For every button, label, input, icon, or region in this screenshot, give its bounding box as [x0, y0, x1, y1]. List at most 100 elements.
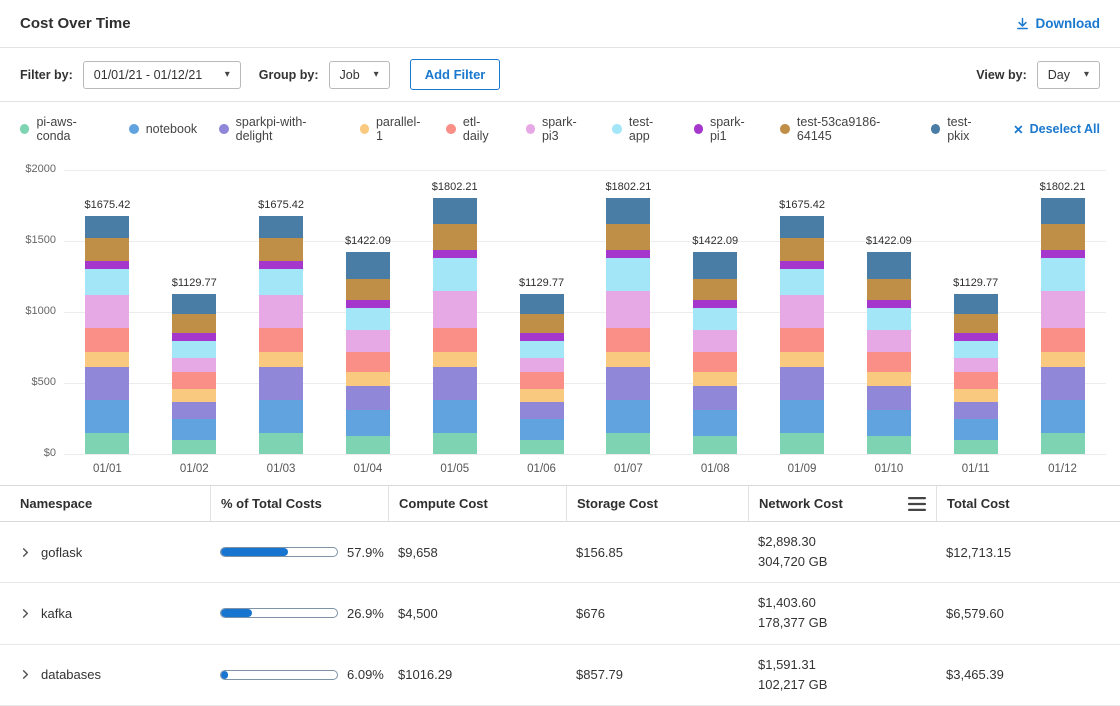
segment-test-pkix[interactable] — [1041, 198, 1085, 224]
segment-test-53ca9186-64145[interactable] — [867, 279, 911, 300]
segment-pi-aws-conda[interactable] — [693, 436, 737, 455]
segment-notebook[interactable] — [693, 410, 737, 436]
segment-test-app[interactable] — [346, 308, 390, 331]
segment-spark-pi1[interactable] — [346, 300, 390, 308]
segment-spark-pi3[interactable] — [867, 330, 911, 351]
segment-sparkpi-with-delight[interactable] — [954, 402, 998, 419]
segment-spark-pi1[interactable] — [954, 333, 998, 340]
segment-etl-daily[interactable] — [520, 372, 564, 389]
segment-notebook[interactable] — [172, 419, 216, 440]
segment-spark-pi3[interactable] — [259, 295, 303, 328]
segment-test-pkix[interactable] — [259, 216, 303, 238]
segment-spark-pi1[interactable] — [172, 333, 216, 340]
add-filter-button[interactable]: Add Filter — [410, 59, 501, 90]
segment-spark-pi1[interactable] — [259, 261, 303, 270]
segment-etl-daily[interactable] — [954, 372, 998, 389]
segment-spark-pi3[interactable] — [172, 358, 216, 372]
segment-test-pkix[interactable] — [780, 216, 824, 238]
segment-spark-pi1[interactable] — [606, 250, 650, 259]
segment-test-pkix[interactable] — [693, 252, 737, 279]
segment-notebook[interactable] — [780, 400, 824, 433]
segment-test-app[interactable] — [520, 341, 564, 358]
segment-etl-daily[interactable] — [693, 352, 737, 372]
segment-notebook[interactable] — [867, 410, 911, 436]
segment-parallel-1[interactable] — [85, 352, 129, 368]
bar-01/03[interactable] — [259, 216, 303, 454]
segment-etl-daily[interactable] — [433, 328, 477, 352]
bar-01/05[interactable] — [433, 198, 477, 454]
segment-pi-aws-conda[interactable] — [954, 440, 998, 454]
segment-spark-pi3[interactable] — [606, 291, 650, 328]
segment-parallel-1[interactable] — [172, 389, 216, 402]
segment-test-app[interactable] — [954, 341, 998, 358]
segment-test-app[interactable] — [433, 258, 477, 291]
segment-etl-daily[interactable] — [85, 328, 129, 352]
segment-etl-daily[interactable] — [867, 352, 911, 372]
segment-test-53ca9186-64145[interactable] — [954, 314, 998, 334]
chevron-right-icon[interactable] — [20, 669, 31, 680]
view-by-dropdown[interactable]: Day ▾ — [1037, 61, 1100, 89]
download-button[interactable]: Download — [1015, 16, 1101, 31]
segment-pi-aws-conda[interactable] — [85, 433, 129, 454]
segment-sparkpi-with-delight[interactable] — [172, 402, 216, 419]
legend-item-sparkpi-with-delight[interactable]: sparkpi-with-delight — [219, 115, 337, 143]
bar-01/10[interactable] — [867, 252, 911, 454]
segment-test-pkix[interactable] — [433, 198, 477, 224]
segment-test-app[interactable] — [172, 341, 216, 358]
segment-pi-aws-conda[interactable] — [867, 436, 911, 455]
bar-01/09[interactable] — [780, 216, 824, 454]
chevron-right-icon[interactable] — [20, 547, 31, 558]
segment-spark-pi1[interactable] — [693, 300, 737, 308]
segment-pi-aws-conda[interactable] — [346, 436, 390, 455]
segment-sparkpi-with-delight[interactable] — [346, 386, 390, 410]
segment-test-53ca9186-64145[interactable] — [346, 279, 390, 300]
segment-parallel-1[interactable] — [780, 352, 824, 368]
segment-pi-aws-conda[interactable] — [520, 440, 564, 454]
legend-item-parallel-1[interactable]: parallel-1 — [360, 115, 425, 143]
column-header-percent[interactable]: % of Total Costs — [210, 486, 388, 521]
segment-notebook[interactable] — [954, 419, 998, 440]
segment-test-pkix[interactable] — [346, 252, 390, 279]
segment-parallel-1[interactable] — [693, 372, 737, 386]
segment-pi-aws-conda[interactable] — [259, 433, 303, 454]
segment-test-pkix[interactable] — [867, 252, 911, 279]
segment-sparkpi-with-delight[interactable] — [85, 367, 129, 400]
segment-parallel-1[interactable] — [1041, 352, 1085, 368]
segment-spark-pi1[interactable] — [85, 261, 129, 270]
segment-spark-pi3[interactable] — [433, 291, 477, 328]
segment-etl-daily[interactable] — [259, 328, 303, 352]
segment-spark-pi1[interactable] — [867, 300, 911, 308]
segment-sparkpi-with-delight[interactable] — [606, 367, 650, 400]
segment-etl-daily[interactable] — [1041, 328, 1085, 352]
segment-test-app[interactable] — [85, 269, 129, 295]
segment-spark-pi1[interactable] — [780, 261, 824, 270]
segment-spark-pi3[interactable] — [346, 330, 390, 351]
segment-test-app[interactable] — [606, 258, 650, 291]
segment-parallel-1[interactable] — [606, 352, 650, 368]
column-menu-icon[interactable] — [908, 497, 926, 511]
legend-item-spark-pi1[interactable]: spark-pi1 — [694, 115, 759, 143]
segment-test-53ca9186-64145[interactable] — [606, 224, 650, 250]
segment-notebook[interactable] — [520, 419, 564, 440]
segment-sparkpi-with-delight[interactable] — [780, 367, 824, 400]
chevron-right-icon[interactable] — [20, 608, 31, 619]
bar-01/07[interactable] — [606, 198, 650, 454]
segment-etl-daily[interactable] — [346, 352, 390, 372]
segment-test-app[interactable] — [1041, 258, 1085, 291]
column-header-storage[interactable]: Storage Cost — [566, 486, 748, 521]
segment-spark-pi1[interactable] — [433, 250, 477, 259]
bar-01/02[interactable] — [172, 294, 216, 454]
segment-spark-pi3[interactable] — [1041, 291, 1085, 328]
segment-test-53ca9186-64145[interactable] — [433, 224, 477, 250]
segment-test-pkix[interactable] — [520, 294, 564, 314]
segment-spark-pi1[interactable] — [520, 333, 564, 340]
segment-pi-aws-conda[interactable] — [606, 433, 650, 454]
legend-item-notebook[interactable]: notebook — [129, 122, 197, 136]
segment-test-53ca9186-64145[interactable] — [693, 279, 737, 300]
segment-sparkpi-with-delight[interactable] — [259, 367, 303, 400]
segment-sparkpi-with-delight[interactable] — [867, 386, 911, 410]
deselect-all-button[interactable]: ✕ Deselect All — [1013, 122, 1100, 137]
segment-pi-aws-conda[interactable] — [1041, 433, 1085, 454]
segment-test-53ca9186-64145[interactable] — [259, 238, 303, 261]
segment-spark-pi3[interactable] — [85, 295, 129, 328]
